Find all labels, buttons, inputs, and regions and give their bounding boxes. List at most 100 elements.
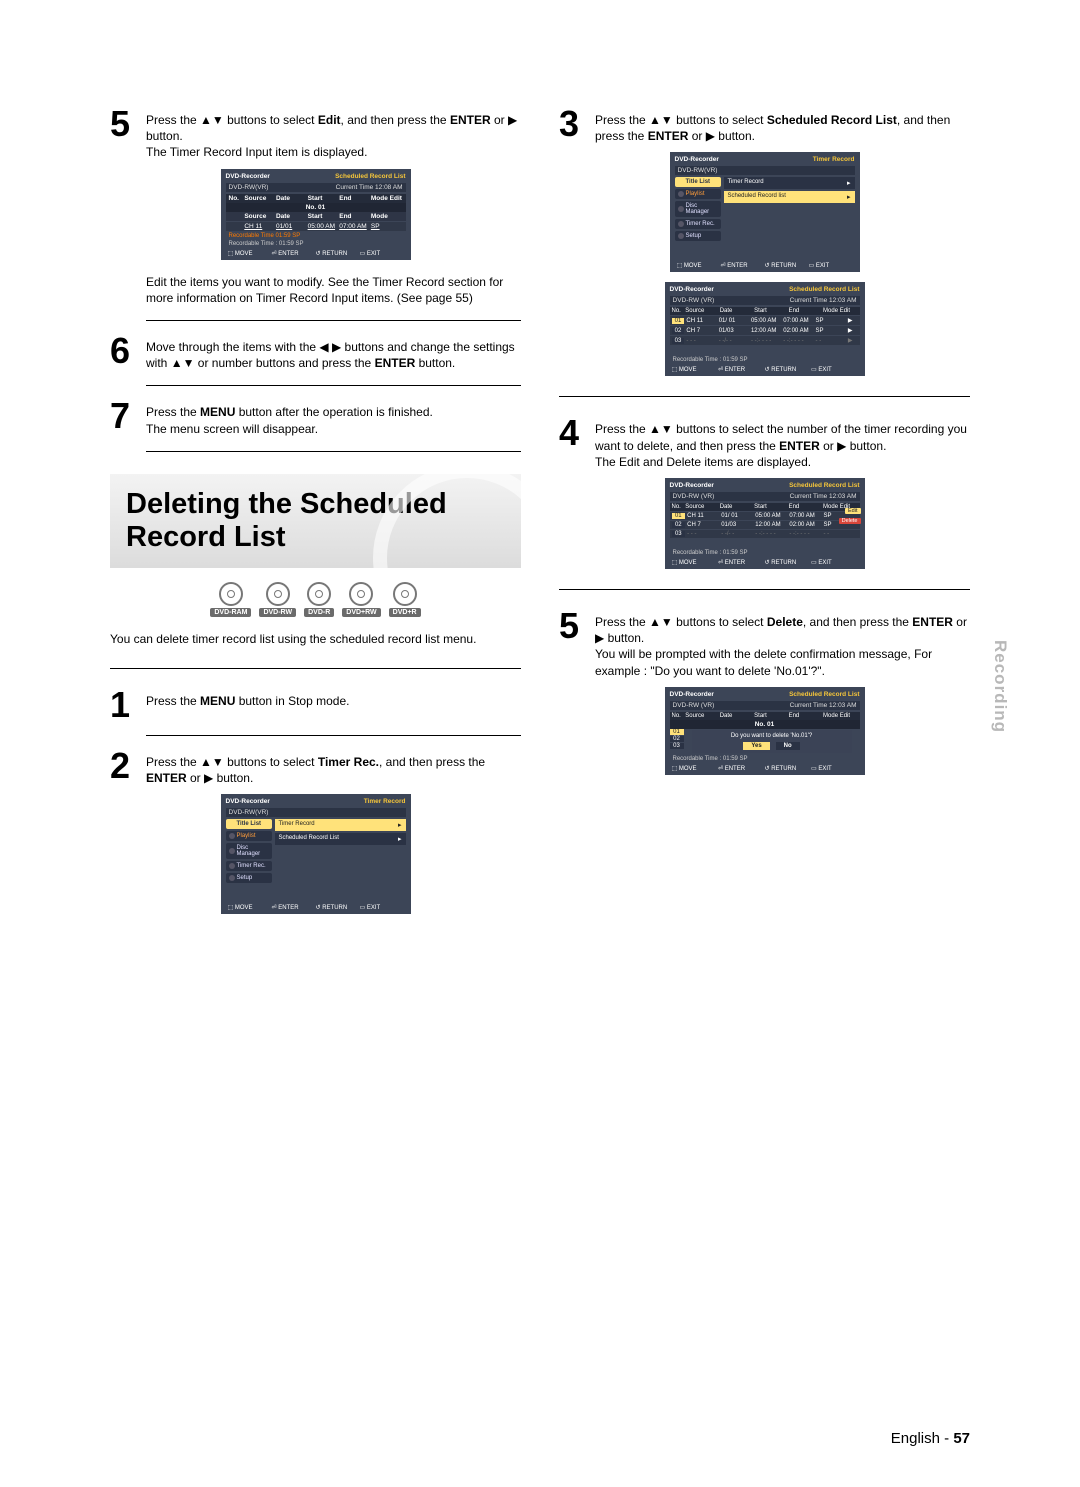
step-number: 3 bbox=[559, 108, 585, 140]
step-number: 4 bbox=[559, 417, 585, 449]
osd-sidebar: Title List Playlist Disc Manager Timer R… bbox=[675, 177, 721, 241]
t: button. bbox=[604, 631, 644, 645]
c: 05:00 AM bbox=[308, 223, 340, 230]
play-icon: ▶ bbox=[706, 129, 715, 143]
divider bbox=[146, 735, 521, 736]
c: CH 11 bbox=[687, 513, 721, 519]
t: You will be prompted with the delete con… bbox=[595, 647, 932, 677]
hint-enter: ⏎ ENTER bbox=[272, 250, 316, 257]
c: 12:00 AM bbox=[755, 522, 789, 528]
c: No. bbox=[229, 195, 245, 202]
hint-exit: ▭ EXIT bbox=[360, 904, 404, 911]
label: Playlist bbox=[237, 833, 256, 839]
hint-return: ↺ RETURN bbox=[765, 559, 812, 566]
t: ENTER bbox=[375, 356, 416, 370]
t: , and then press the bbox=[341, 113, 450, 127]
c: - - - bbox=[686, 338, 718, 344]
c: - -/- - bbox=[719, 338, 751, 344]
sidebar-item-title-list[interactable]: Title List bbox=[675, 177, 721, 187]
table-row[interactable]: 03 - - - - -/- - - -:- - - - - -:- - - -… bbox=[670, 530, 860, 538]
table-row[interactable]: 01 CH 11 01/ 01 05:00 AM 07:00 AM SP ▶ bbox=[670, 316, 860, 325]
osd-footer: ⬚ MOVE ⏎ ENTER ↺ RETURN ▭ EXIT bbox=[226, 247, 406, 257]
t: , and then press the bbox=[803, 615, 912, 629]
osd-title: DVD-Recorder bbox=[670, 482, 714, 489]
sidebar-item-disc-manager[interactable]: Disc Manager bbox=[226, 843, 272, 859]
sidebar-item-setup[interactable]: Setup bbox=[675, 231, 721, 241]
label: Title List bbox=[237, 821, 262, 827]
bullet-icon bbox=[229, 863, 235, 869]
osd-right-panel: Timer Record ▸ Scheduled Record List▸ bbox=[275, 819, 406, 883]
t: The Edit and Delete items are displayed. bbox=[595, 455, 811, 469]
c: 07:00 AM bbox=[783, 318, 815, 324]
table-row[interactable]: 01 CH 11 01/ 01 05:00 AM 07:00 AM SP bbox=[670, 512, 860, 520]
label: Scheduled Record List bbox=[279, 835, 339, 843]
badge-dvd-r: DVD-R bbox=[304, 582, 334, 617]
c: CH 7 bbox=[687, 522, 721, 528]
osd-disc-row: DVD-RW(VR) Current Time 12:08 AM bbox=[226, 183, 406, 192]
play-icon: ▶ bbox=[508, 113, 517, 127]
c: 01/01 bbox=[276, 223, 308, 230]
osd-title: DVD-Recorder bbox=[226, 798, 270, 805]
t: ENTER bbox=[779, 439, 820, 453]
section-heading: Deleting the Scheduled Record List bbox=[110, 474, 521, 569]
sidebar-item-timer-rec[interactable]: Timer Rec. bbox=[675, 219, 721, 229]
t: button. bbox=[846, 439, 886, 453]
table-row[interactable]: 02 CH 7 01/03 12:00 AM 02:00 AM SP bbox=[670, 521, 860, 529]
recordable-time: Recordable Time : 01:59 SP bbox=[670, 754, 860, 762]
bullet-icon bbox=[678, 221, 684, 227]
table-row[interactable]: 02 CH 7 01/03 12:00 AM 02:00 AM SP ▶ bbox=[670, 326, 860, 335]
yes-button[interactable]: Yes bbox=[743, 742, 769, 750]
table-row[interactable]: 03 - - - - -/- - - -:- - - - - -:- - - -… bbox=[670, 336, 860, 345]
osd-subtitle: Timer Record bbox=[364, 798, 406, 805]
chevron-right-icon: ▶ bbox=[848, 337, 858, 344]
menu-item-timer-record[interactable]: Timer Record ▸ bbox=[275, 819, 406, 831]
t: buttons to select bbox=[224, 113, 318, 127]
step-6: 6 Move through the items with the ◀ ▶ bu… bbox=[110, 335, 521, 371]
c: 03 bbox=[672, 531, 686, 537]
no-button[interactable]: No bbox=[776, 742, 800, 750]
hint-move: ⬚ MOVE bbox=[228, 250, 272, 257]
current-time: Current Time 12:03 AM bbox=[790, 297, 857, 304]
badge-dvd-plus-r: DVD+R bbox=[389, 582, 421, 617]
label: Timer Record bbox=[279, 821, 315, 829]
c: - -/- - bbox=[721, 531, 755, 537]
updown-icon: ▲▼ bbox=[649, 615, 673, 629]
t: or bbox=[187, 771, 204, 785]
c: No. bbox=[672, 308, 686, 314]
updown-icon: ▲▼ bbox=[649, 422, 673, 436]
menu-item-scheduled-list[interactable]: Scheduled Record list▸ bbox=[724, 191, 855, 203]
current-time: Current Time 12:03 AM bbox=[790, 702, 857, 709]
recordable-time: Recordable Time : 01:59 SP bbox=[670, 355, 860, 363]
chevron-right-icon: ▸ bbox=[398, 821, 402, 829]
updown-icon: ▲▼ bbox=[200, 755, 224, 769]
step-4: 4 Press the ▲▼ buttons to select the num… bbox=[559, 417, 970, 470]
label: Setup bbox=[686, 233, 702, 239]
sidebar-item-playlist[interactable]: Playlist bbox=[226, 831, 272, 841]
leftright-icon: ◀ ▶ bbox=[319, 340, 341, 354]
sidebar-item-playlist[interactable]: Playlist bbox=[675, 189, 721, 199]
sidebar-item-disc-manager[interactable]: Disc Manager bbox=[675, 201, 721, 217]
sidebar-item-setup[interactable]: Setup bbox=[226, 873, 272, 883]
sidebar-item-title-list[interactable]: Title List bbox=[226, 819, 272, 829]
popup-delete[interactable]: Delete bbox=[839, 518, 861, 524]
c: CH 11 bbox=[244, 223, 276, 230]
osd-title: DVD-Recorder bbox=[670, 286, 714, 293]
c: 02:00 AM bbox=[783, 328, 815, 334]
t: or bbox=[820, 439, 837, 453]
label: Timer Rec. bbox=[237, 863, 266, 869]
sidebar-item-timer-rec[interactable]: Timer Rec. bbox=[226, 861, 272, 871]
t: Press the bbox=[146, 755, 200, 769]
osd-title-bar: DVD-Recorder Scheduled Record List bbox=[226, 173, 406, 180]
step-5-right: 5 Press the ▲▼ buttons to select Delete,… bbox=[559, 610, 970, 679]
hint-exit: ▭ EXIT bbox=[811, 765, 858, 772]
menu-item-scheduled-list[interactable]: Scheduled Record List▸ bbox=[275, 833, 406, 845]
popup-edit[interactable]: Edit bbox=[845, 508, 860, 514]
menu-item-timer-record[interactable]: Timer Record▸ bbox=[724, 177, 855, 189]
step-text: Press the ▲▼ buttons to select the numbe… bbox=[595, 417, 970, 470]
t: Deleting the Scheduled bbox=[126, 488, 447, 520]
c: Date bbox=[720, 713, 754, 719]
badge-label: DVD-RAM bbox=[210, 608, 251, 617]
t: or bbox=[491, 113, 508, 127]
disc-icon bbox=[307, 582, 331, 606]
t: Timer Rec. bbox=[318, 755, 379, 769]
